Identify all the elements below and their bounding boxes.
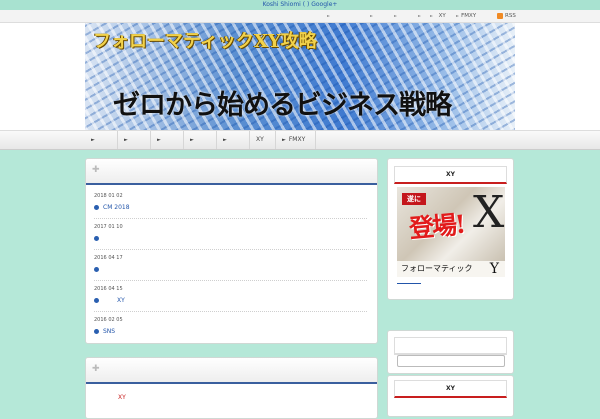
site-banner[interactable]: フォローマティックXY攻略 ゼロから始めるビジネス戦略 — [85, 23, 515, 130]
puzzle-icon: ✚ — [92, 364, 100, 374]
post-item[interactable]: 2016 04 17 — [86, 251, 377, 281]
post-date: 2016 04 17 — [94, 255, 123, 261]
divider — [94, 280, 367, 281]
util-link-3[interactable]: ► — [394, 12, 399, 20]
util-link-xy[interactable]: ► XY — [430, 12, 446, 20]
banner-subtitle: フォローマティックXY攻略 — [93, 31, 317, 52]
chevron-right-icon: ► — [370, 13, 374, 18]
post-title-link[interactable]: CM 2018 — [94, 204, 130, 211]
bullet-icon — [94, 236, 99, 241]
chevron-right-icon: ► — [456, 13, 460, 18]
recent-posts-panel: ✚ 2018 01 02 CM 2018 2017 01 10 2016 04 … — [85, 158, 378, 344]
panel-header: ✚ — [86, 159, 377, 185]
second-panel: ✚ XY — [85, 357, 378, 419]
chevron-right-icon: ► — [418, 13, 422, 18]
widget-title: XY — [394, 166, 507, 184]
nav-item-3[interactable]: ► — [151, 131, 184, 149]
post-date: 2017 01 10 — [94, 224, 123, 230]
bullet-icon — [94, 267, 99, 272]
bullet-icon — [94, 298, 99, 303]
sidebar-widget-xy: XY — [387, 375, 514, 417]
promo-brand: フォローマティック Y — [397, 261, 505, 277]
utility-bar: ► ► ► ► ► XY ► FMXY RSS — [0, 10, 600, 23]
promo-tag: 遂に — [402, 193, 426, 205]
post-title-link[interactable]: XY — [94, 297, 125, 304]
post-item[interactable]: 2017 01 10 — [86, 220, 377, 250]
util-link-2[interactable]: ► — [370, 12, 375, 20]
top-bar: Koshi Shiomi ( ) Google+ — [0, 0, 600, 10]
post-date: 2016 02 05 — [94, 317, 123, 323]
divider — [94, 218, 367, 219]
divider — [94, 249, 367, 250]
divider — [94, 311, 367, 312]
post-date: 2018 01 02 — [94, 193, 123, 199]
post-item[interactable]: 2016 02 05 SNS — [86, 313, 377, 343]
promo-letter-x: X — [473, 187, 505, 238]
nav-item-1[interactable]: ► — [85, 131, 118, 149]
sidebar-widget-search — [387, 330, 514, 374]
search-input[interactable] — [397, 355, 505, 367]
chevron-right-icon: ► — [223, 137, 227, 143]
panel-header: ✚ — [86, 358, 377, 384]
nav-item-4[interactable]: ► — [184, 131, 217, 149]
puzzle-icon: ✚ — [92, 165, 100, 175]
chevron-right-icon: ► — [124, 137, 128, 143]
global-nav: ► ► ► ► ► XY ► FMXY — [0, 130, 600, 150]
nav-item-fmxy[interactable]: ► FMXY — [276, 131, 316, 149]
util-link-fmxy[interactable]: ► FMXY — [456, 12, 476, 20]
bullet-icon — [94, 329, 99, 334]
bullet-icon — [94, 205, 99, 210]
chevron-right-icon: ► — [282, 137, 286, 143]
nav-item-5[interactable]: ► — [217, 131, 250, 149]
google-plus-link[interactable]: Koshi Shiomi ( ) Google+ — [263, 1, 338, 8]
post-title-link[interactable]: SNS — [94, 328, 115, 335]
promo-headline: 登場! — [407, 209, 466, 244]
post-title-link[interactable] — [94, 235, 103, 242]
promo-banner[interactable]: 遂に X 登場! フォローマティック Y — [397, 187, 505, 277]
post-date: 2016 04 15 — [94, 286, 123, 292]
post-item[interactable]: 2018 01 02 CM 2018 — [86, 189, 377, 219]
chevron-right-icon: ► — [91, 137, 95, 143]
nav-item-xy[interactable]: XY — [250, 131, 276, 149]
nav-item-2[interactable]: ► — [118, 131, 151, 149]
banner-title: ゼロから始めるビジネス戦略 — [113, 90, 452, 121]
chevron-right-icon: ► — [430, 13, 434, 18]
rss-link[interactable]: RSS — [497, 12, 516, 20]
chevron-right-icon: ► — [190, 137, 194, 143]
chevron-right-icon: ► — [327, 13, 331, 18]
rss-icon — [497, 12, 503, 19]
chevron-right-icon: ► — [157, 137, 161, 143]
widget-title-empty — [394, 337, 507, 355]
util-link-4[interactable]: ► — [418, 12, 423, 20]
widget-title: XY — [394, 380, 507, 398]
chevron-right-icon: ► — [394, 13, 398, 18]
util-link-1[interactable]: ► — [327, 12, 332, 20]
promo-link-underline[interactable] — [397, 283, 421, 284]
post-title-link[interactable] — [94, 266, 103, 273]
post-item[interactable]: 2016 04 15 XY — [86, 282, 377, 312]
